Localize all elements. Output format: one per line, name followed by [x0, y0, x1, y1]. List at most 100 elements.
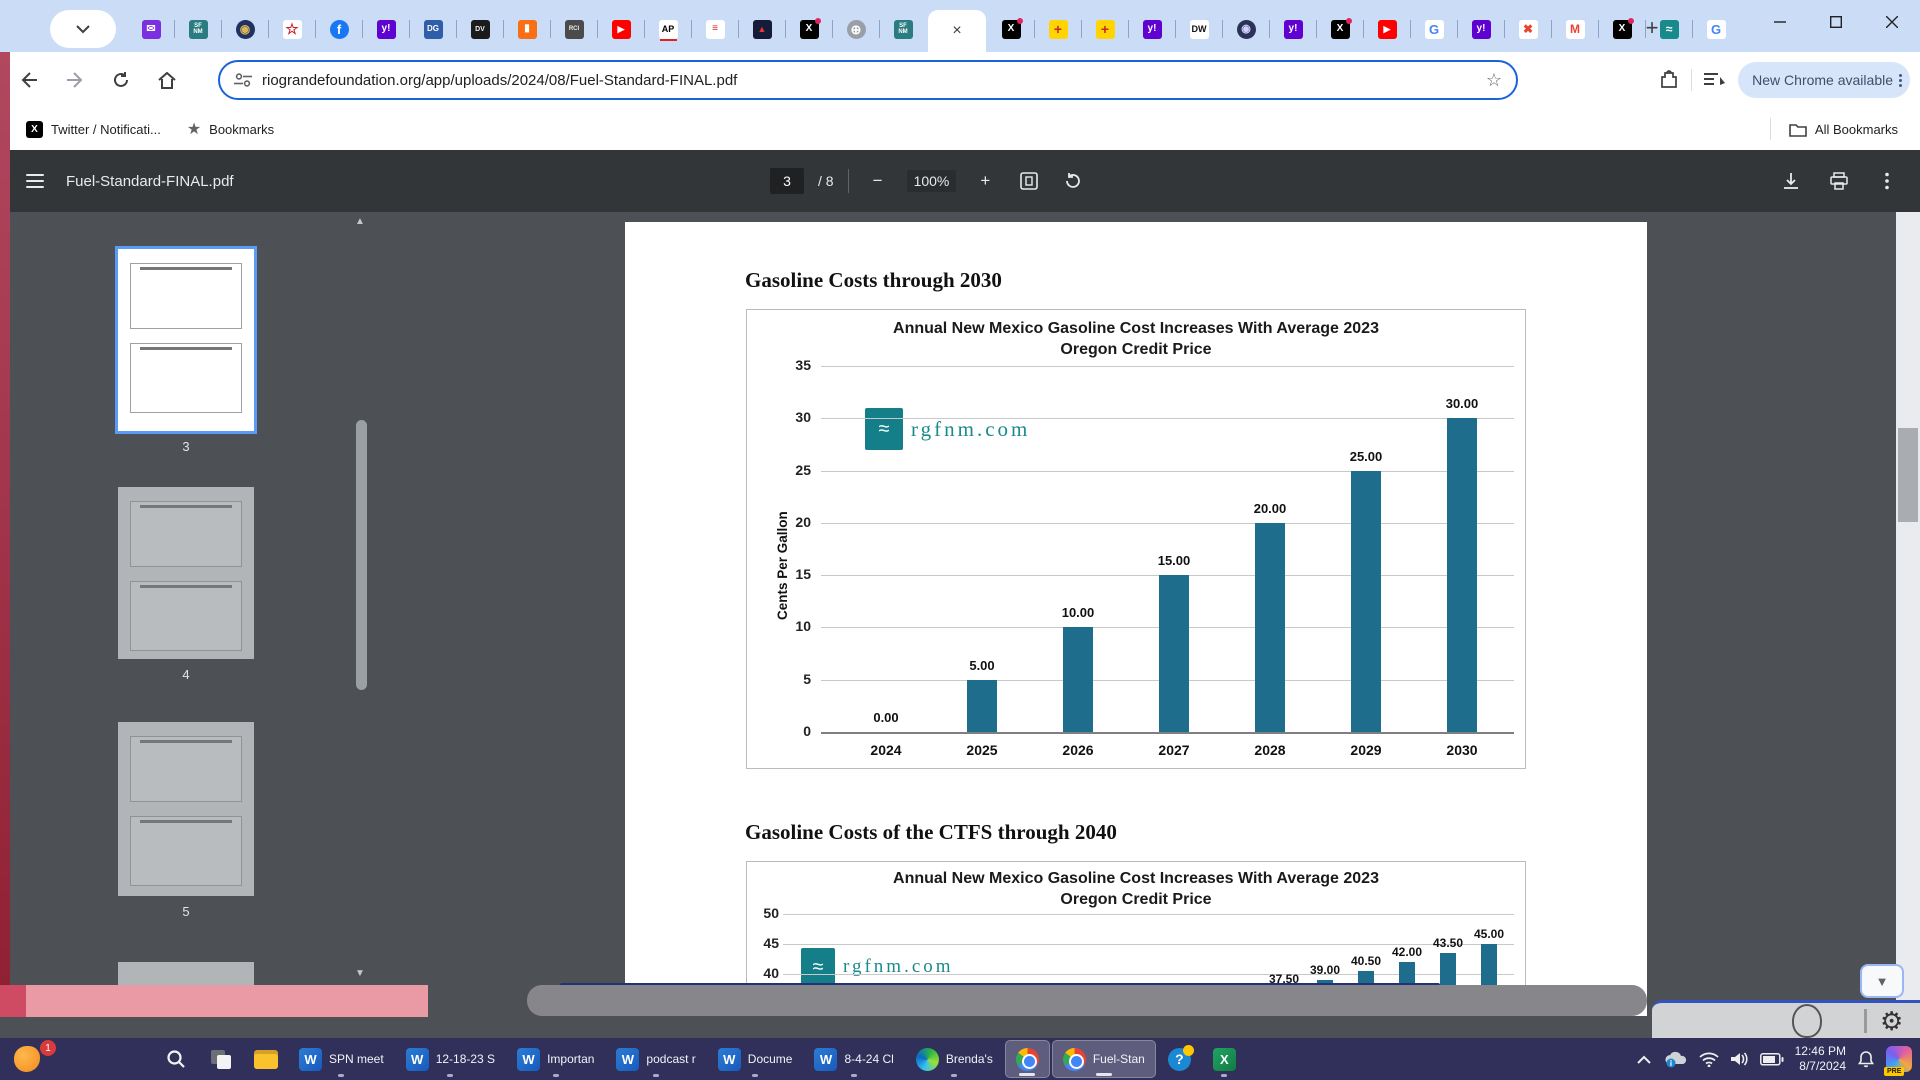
tab-star[interactable]: ☆ [269, 9, 315, 49]
tab-seal[interactable]: ◉ [222, 9, 268, 49]
tab-zia[interactable]: + [1082, 9, 1128, 49]
battery-icon[interactable] [1760, 1053, 1784, 1066]
tab-denver[interactable]: DV [457, 9, 503, 49]
tab-zia[interactable]: + [1035, 9, 1081, 49]
tab-search-button[interactable] [50, 10, 116, 48]
pdf-more-button[interactable] [1872, 166, 1902, 196]
taskbar-word-8-4-24-cl[interactable]: W8-4-24 Cl [804, 1040, 903, 1078]
all-bookmarks-button[interactable]: All Bookmarks [1770, 108, 1898, 150]
tab-flame[interactable]: ▲ [739, 9, 785, 49]
taskbar-clock[interactable]: 12:46 PM 8/7/2024 [1795, 1044, 1846, 1074]
pdf-menu-button[interactable] [26, 174, 44, 188]
tab-joomla[interactable]: ✖ [1505, 9, 1551, 49]
gear-icon[interactable]: ⚙ [1880, 1008, 1903, 1034]
tab-flag[interactable]: ≡ [692, 9, 738, 49]
page-thumbnail-4[interactable] [118, 487, 254, 659]
zoom-level[interactable]: 100% [907, 170, 957, 192]
tab-x[interactable]: X [786, 9, 832, 49]
tab-yahoo[interactable]: y! [1458, 9, 1504, 49]
sidebar-scroll-down[interactable]: ▼ [352, 968, 368, 979]
print-button[interactable] [1824, 166, 1854, 196]
widgets-weather-button[interactable]: 1 [12, 1042, 56, 1076]
tab-x[interactable]: X [1317, 9, 1363, 49]
site-info-icon[interactable] [234, 73, 252, 87]
new-tab-button[interactable]: + [1636, 12, 1668, 44]
chart2-title-line2: Oregon Credit Price [747, 891, 1525, 909]
more-menu-icon[interactable] [1899, 74, 1902, 87]
tab-sfnm[interactable]: SFNM [880, 9, 926, 49]
bookmark-star-icon[interactable]: ☆ [1486, 70, 1502, 91]
tab-yahoo[interactable]: y! [363, 9, 409, 49]
tab-x[interactable]: X [988, 9, 1034, 49]
notifications-bell-icon[interactable] [1857, 1050, 1875, 1068]
forward-button[interactable] [58, 63, 92, 97]
taskbar-word-podcast-r[interactable]: Wpodcast r [606, 1040, 705, 1078]
tab-dw[interactable]: DW [1176, 9, 1222, 49]
tab-bookmark[interactable]: ▮ [504, 9, 550, 49]
tab-mail[interactable]: ✉ [128, 9, 174, 49]
tab-youtube[interactable]: ▶ [1364, 9, 1410, 49]
taskbar-word-importan[interactable]: WImportan [507, 1040, 604, 1078]
bookmark-item-bookmarks[interactable]: ★ Bookmarks [187, 119, 274, 139]
tray-chevron-up-icon[interactable] [1637, 1055, 1651, 1064]
taskbar-word-docume[interactable]: WDocume [708, 1040, 803, 1078]
chrome-update-button[interactable]: New Chrome available [1738, 62, 1910, 98]
tab-rci[interactable]: RCI [551, 9, 597, 49]
scroll-down-button[interactable]: ▼ [1860, 964, 1904, 998]
volume-icon[interactable] [1730, 1051, 1749, 1067]
close-window-button[interactable] [1864, 0, 1920, 44]
taskbar-help[interactable]: ? [1158, 1040, 1201, 1078]
y-tick-45: 45 [749, 935, 779, 951]
active-tab[interactable]: × [928, 10, 986, 52]
page-thumbnail-5[interactable] [118, 722, 254, 896]
tab-youtube[interactable]: ▶ [598, 9, 644, 49]
tab-yahoo[interactable]: y! [1270, 9, 1316, 49]
taskbar-edge-brenda-s[interactable]: Brenda's [906, 1040, 1003, 1078]
taskbar-chrome-fuel-stan[interactable]: Fuel-Stan [1052, 1040, 1156, 1078]
tab-gmail[interactable]: M [1552, 9, 1598, 49]
wifi-icon[interactable] [1699, 1052, 1719, 1067]
url-text[interactable]: riograndefoundation.org/app/uploads/2024… [262, 72, 1486, 89]
bookmark-item-twitter[interactable]: X Twitter / Notificati... [26, 121, 161, 138]
main-scrollbar[interactable] [1896, 212, 1920, 1038]
page-number-input[interactable]: 3 [770, 168, 804, 194]
tab-sfnm[interactable]: SFNM [175, 9, 221, 49]
copilot-button[interactable]: PRE [1886, 1046, 1912, 1072]
extensions-icon[interactable] [1659, 70, 1679, 90]
bookmark-label: Twitter / Notificati... [51, 122, 161, 137]
zoom-out-button[interactable]: − [863, 166, 893, 196]
taskbar-chrome[interactable] [1005, 1040, 1050, 1078]
sidebar-scrollbar[interactable] [356, 420, 367, 690]
rotate-button[interactable] [1058, 166, 1088, 196]
address-bar[interactable]: riograndefoundation.org/app/uploads/2024… [218, 60, 1518, 100]
tab-ap[interactable]: AP [645, 9, 691, 49]
taskbar-word-spn-meet[interactable]: WSPN meet [289, 1040, 394, 1078]
taskbar-search[interactable] [154, 1040, 197, 1078]
sidebar-scroll-up[interactable]: ▲ [352, 216, 368, 227]
taskbar-word-12-18-23-s[interactable]: W12-18-23 S [396, 1040, 505, 1078]
tab-yahoo[interactable]: y! [1129, 9, 1175, 49]
reload-button[interactable] [104, 63, 138, 97]
back-button[interactable] [12, 63, 46, 97]
tab-globe[interactable]: ⊕ [833, 9, 879, 49]
zoom-in-button[interactable]: + [970, 166, 1000, 196]
close-tab-icon[interactable]: × [952, 22, 961, 40]
onedrive-icon[interactable]: i [1662, 1050, 1688, 1068]
taskbar-task-view[interactable] [199, 1040, 242, 1078]
taskbar-start[interactable] [109, 1040, 152, 1078]
taskbar-file-explorer[interactable] [244, 1040, 287, 1078]
fit-page-button[interactable] [1014, 166, 1044, 196]
tab-disc[interactable]: ◉ [1223, 9, 1269, 49]
tab-google[interactable]: G [1693, 9, 1739, 49]
minimize-button[interactable] [1752, 0, 1808, 44]
page-thumbnail-3[interactable] [118, 249, 254, 431]
tab-google[interactable]: G [1411, 9, 1457, 49]
download-button[interactable] [1776, 166, 1806, 196]
media-controls-icon[interactable] [1704, 71, 1726, 89]
main-scrollbar-thumb[interactable] [1898, 428, 1918, 522]
home-button[interactable] [150, 63, 184, 97]
taskbar-excel[interactable]: X [1203, 1040, 1246, 1078]
tab-facebook[interactable]: f [316, 9, 362, 49]
maximize-button[interactable] [1808, 0, 1864, 44]
tab-dg[interactable]: DG [410, 9, 456, 49]
